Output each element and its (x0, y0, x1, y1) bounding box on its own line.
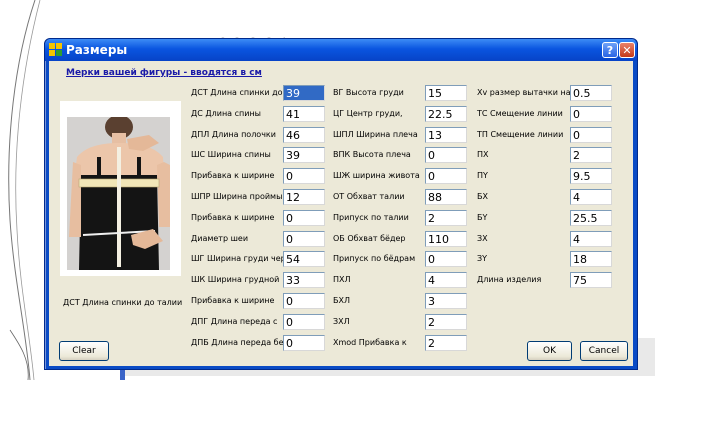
measurement-input[interactable]: 0 (283, 231, 325, 247)
measurement-label: ДПГ Длина переда с (191, 317, 278, 326)
window-title: Размеры (66, 43, 128, 57)
measurement-input[interactable]: 0 (283, 335, 325, 351)
dialog-client-area: Мерки вашей фигуры - вводятся в см ДСТ Д… (49, 61, 633, 366)
measurement-input[interactable]: 0 (425, 251, 467, 267)
measurement-input[interactable]: 0 (283, 293, 325, 309)
measurement-label: ДПБ Длина переда без (191, 338, 288, 347)
measurement-input[interactable]: 3 (425, 293, 467, 309)
measurement-input[interactable]: 0 (570, 127, 612, 143)
measurement-input[interactable]: 39 (283, 85, 325, 101)
measurement-label: ОТ Обхват талии (333, 192, 405, 201)
measurement-label: ТС Смещение линии (477, 109, 563, 118)
measurement-label: ШПЛ Ширина плеча (333, 130, 418, 139)
measurement-input[interactable]: 2 (425, 210, 467, 226)
measurement-label: ШЖ ширина живота (333, 171, 420, 180)
measurement-input[interactable]: 18 (570, 251, 612, 267)
measurement-label: ВГ Высота груди (333, 88, 404, 97)
sizes-dialog: Размеры ? ✕ Мерки вашей фигуры - вводятс… (44, 38, 638, 370)
measurement-input[interactable]: 2 (570, 147, 612, 163)
measurement-label: ЗХ (477, 234, 488, 243)
ok-button[interactable]: OK (527, 341, 572, 361)
measurement-label: ДС Длина спины (191, 109, 261, 118)
measurement-label: ШС Ширина спины (191, 150, 271, 159)
measurement-input[interactable]: 12 (283, 189, 325, 205)
measurement-label: Прибавка к ширине (191, 296, 275, 305)
measurement-label: БY (477, 213, 488, 222)
measurement-input[interactable]: 0 (425, 147, 467, 163)
app-icon (49, 43, 62, 56)
measurement-input[interactable]: 4 (425, 272, 467, 288)
measurement-input[interactable]: 75 (570, 272, 612, 288)
measurement-label: Припуск по талии (333, 213, 409, 222)
measurement-label: ЗХЛ (333, 317, 350, 326)
measurement-label: Xv размер вытачки на (477, 88, 571, 97)
measurement-label: ТП Смещение линии (477, 130, 564, 139)
measurements-header-link[interactable]: Мерки вашей фигуры - вводятся в см (66, 68, 262, 78)
title-bar[interactable]: Размеры ? ✕ (45, 39, 637, 61)
measurement-label: ПY (477, 171, 488, 180)
measurement-input[interactable]: 0 (570, 106, 612, 122)
measurement-input[interactable]: 2 (425, 335, 467, 351)
measurement-label: ЗY (477, 254, 488, 263)
measurement-input[interactable]: 88 (425, 189, 467, 205)
measurement-input[interactable]: 110 (425, 231, 467, 247)
measurement-input[interactable]: 13 (425, 127, 467, 143)
measurement-photo (67, 117, 170, 270)
close-button[interactable]: ✕ (619, 42, 635, 58)
measurement-input[interactable]: 4 (570, 189, 612, 205)
measurement-input[interactable]: 39 (283, 147, 325, 163)
measurement-label: ПХ (477, 150, 489, 159)
measurement-input[interactable]: 33 (283, 272, 325, 288)
help-button[interactable]: ? (602, 42, 618, 58)
measurement-input[interactable]: 54 (283, 251, 325, 267)
measurement-input[interactable]: 0 (283, 168, 325, 184)
measurement-input[interactable]: 2 (425, 314, 467, 330)
measurement-label: БХ (477, 192, 488, 201)
measurement-input[interactable]: 0 (425, 168, 467, 184)
cancel-button[interactable]: Cancel (580, 341, 628, 361)
measurement-label: ДПЛ Длина полочки (191, 130, 276, 139)
measurement-label: ШПР Ширина проймы (191, 192, 283, 201)
measurement-input[interactable]: 46 (283, 127, 325, 143)
measurement-label: ПХЛ (333, 275, 351, 284)
measurement-label: Длина изделия (477, 275, 542, 284)
measurement-input[interactable]: 0 (283, 210, 325, 226)
measurement-input[interactable]: 41 (283, 106, 325, 122)
measurement-label: ВПК Высота плеча (333, 150, 411, 159)
measurement-label: ШК Ширина грудной (191, 275, 280, 284)
measurement-label: Прибавка к ширине (191, 171, 275, 180)
measurement-label: ДСТ Длина спинки до (191, 88, 283, 97)
measurement-input[interactable]: 15 (425, 85, 467, 101)
clear-button[interactable]: Clear (59, 341, 109, 361)
photo-caption: ДСТ Длина спинки до талии (63, 298, 183, 307)
measurement-label: ШГ Ширина груди через (191, 254, 295, 263)
measurement-label: Xmod Прибавка к (333, 338, 407, 347)
measurement-label: Диаметр шеи (191, 234, 249, 243)
measurement-input[interactable]: 9.5 (570, 168, 612, 184)
measurement-label: Припуск по бёдрам (333, 254, 416, 263)
measurement-label: БХЛ (333, 296, 350, 305)
measurement-input[interactable]: 25.5 (570, 210, 612, 226)
measurement-label: Прибавка к ширине (191, 213, 275, 222)
measurement-label: ЦГ Центр груди, (333, 109, 403, 118)
measurement-input[interactable]: 0 (283, 314, 325, 330)
measurement-input[interactable]: 22.5 (425, 106, 467, 122)
measurement-input[interactable]: 4 (570, 231, 612, 247)
measurement-input[interactable]: 0.5 (570, 85, 612, 101)
measurement-label: ОБ Обхват бёдер (333, 234, 406, 243)
